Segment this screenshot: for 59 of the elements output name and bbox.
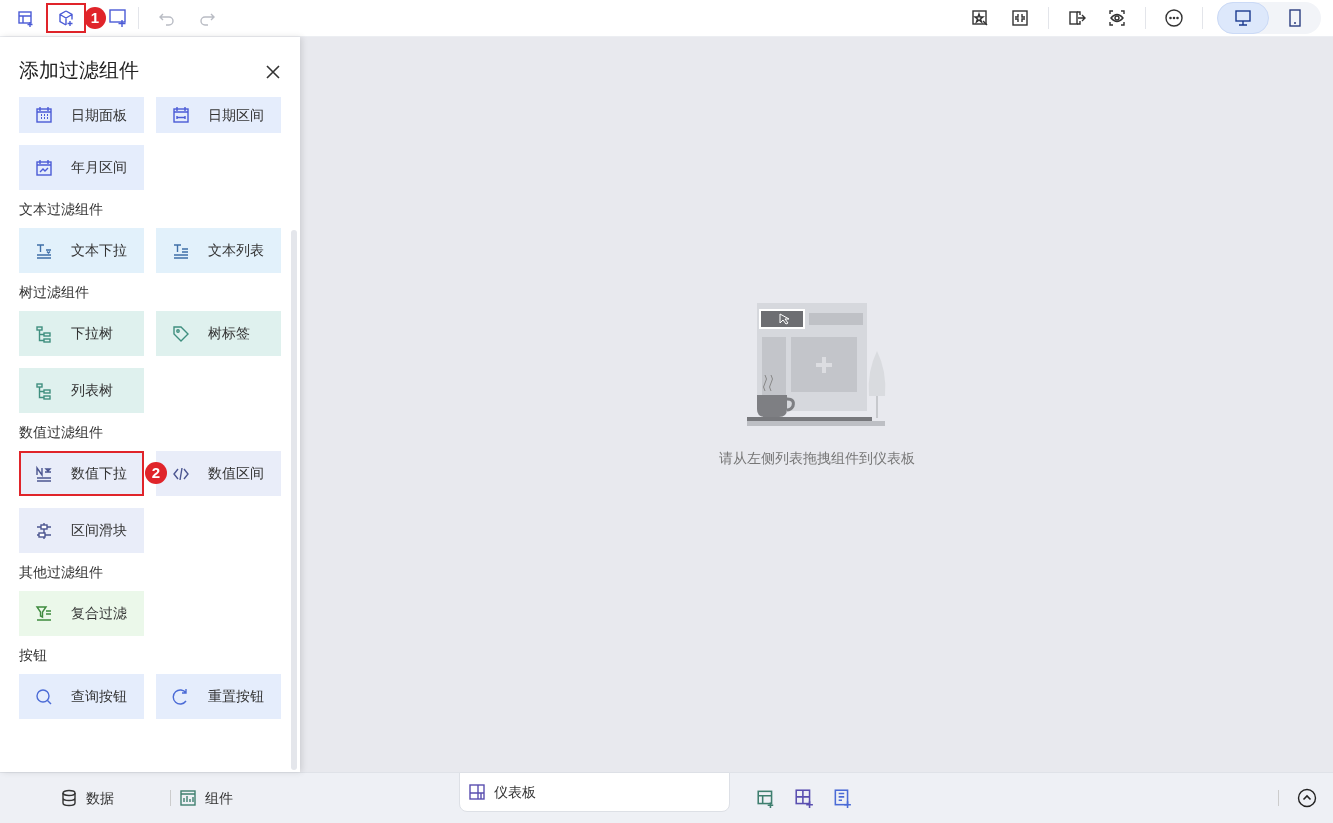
- filter-tile[interactable]: 年月区间: [19, 145, 144, 190]
- scrollbar[interactable]: [291, 230, 297, 770]
- toolbar-button[interactable]: [792, 786, 816, 810]
- callout-badge: 1: [84, 7, 106, 29]
- filter-tile[interactable]: 查询按钮: [19, 674, 144, 719]
- bottom-tab[interactable]: 数据: [60, 787, 114, 809]
- calendar-chart-icon: [35, 158, 53, 177]
- filter-tile[interactable]: 数值下拉: [19, 451, 144, 496]
- section-heading: 按钮: [19, 646, 48, 665]
- bottom-tab[interactable]: 仪表板: [459, 772, 730, 812]
- filter-tile[interactable]: 日期区间: [156, 97, 281, 133]
- empty-hint: 请从左侧列表拖拽组件到仪表板: [718, 448, 915, 468]
- tree-icon: [35, 381, 53, 400]
- grid-add-icon: [794, 788, 814, 808]
- calendar-range-icon: [172, 106, 190, 124]
- cube-add-icon: [57, 9, 75, 27]
- filter-tile[interactable]: 复合过滤: [19, 591, 144, 636]
- filter-list-icon: [35, 604, 53, 623]
- mobile-icon: [1286, 9, 1304, 27]
- magic-frame-icon: [971, 9, 989, 27]
- section-heading: 数值过滤组件: [19, 423, 104, 442]
- chart-icon: [179, 789, 197, 807]
- preview-icon: [1108, 9, 1126, 27]
- filter-tile[interactable]: 下拉树: [19, 311, 144, 356]
- search-icon: [35, 687, 53, 706]
- more-icon: [1165, 9, 1183, 27]
- panel-title: 添加过滤组件: [19, 58, 139, 83]
- collapse-button[interactable]: [1295, 786, 1319, 810]
- section-heading: 树过滤组件: [19, 283, 90, 302]
- filter-tile[interactable]: 区间滑块: [19, 508, 144, 553]
- device-toggle[interactable]: [1217, 2, 1269, 34]
- page-add-icon: [832, 788, 852, 808]
- dashboard-icon: [468, 783, 486, 801]
- section-heading: 其他过滤组件: [19, 563, 104, 582]
- desktop-icon: [1234, 9, 1252, 27]
- text-list-icon: [172, 241, 190, 260]
- exit-icon: [1068, 9, 1086, 27]
- chevron-up-icon: [1297, 788, 1317, 808]
- shrink-icon: [1011, 9, 1029, 27]
- filter-tile[interactable]: 日期面板: [19, 97, 144, 133]
- filter-tile[interactable]: 文本列表: [156, 228, 281, 273]
- callout-badge: 2: [145, 462, 167, 484]
- text-dropdown-icon: [35, 241, 53, 260]
- slider-icon: [35, 521, 53, 540]
- panel-add-icon: [109, 9, 127, 27]
- calendar-icon: [35, 106, 53, 124]
- database-icon: [60, 789, 78, 807]
- tag-icon: [172, 324, 190, 343]
- tree-icon: [35, 324, 53, 343]
- filter-tile[interactable]: 重置按钮: [156, 674, 281, 719]
- section-heading: 文本过滤组件: [19, 200, 104, 219]
- bottom-tab[interactable]: 组件: [179, 787, 233, 809]
- chart-add-icon: [17, 9, 35, 27]
- filter-tile[interactable]: 文本下拉: [19, 228, 144, 273]
- number-dropdown-icon: [35, 464, 53, 483]
- filter-tile[interactable]: 列表树: [19, 368, 144, 413]
- chart-add-icon: [756, 788, 776, 808]
- filter-tile[interactable]: 树标签: [156, 311, 281, 356]
- refresh-icon: [172, 687, 190, 706]
